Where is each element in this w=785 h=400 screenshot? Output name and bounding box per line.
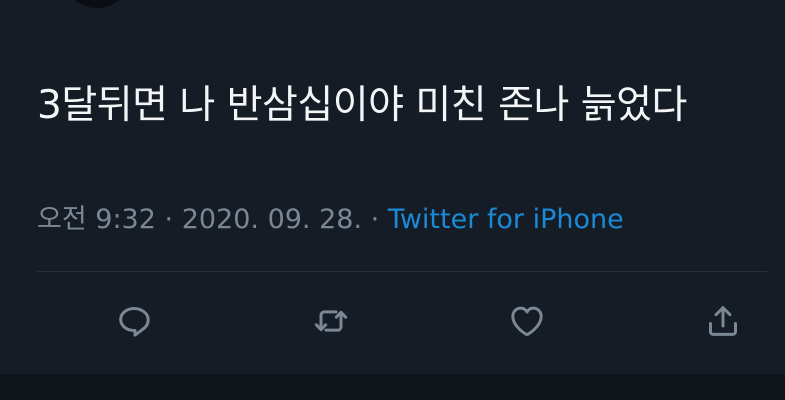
reply-icon xyxy=(119,307,150,337)
tweet-meta: 오전 9:32 · 2020. 09. 28. · Twitter for iP… xyxy=(37,200,624,240)
share-icon xyxy=(709,306,737,336)
heart-icon xyxy=(511,306,543,337)
tweet-text: 3달뒤면 나 반삼십이야 미친 존나 늙었다 xyxy=(37,83,687,128)
avatar[interactable] xyxy=(62,0,132,8)
like-button[interactable] xyxy=(504,298,550,344)
meta-separator: · xyxy=(164,204,174,235)
meta-separator: · xyxy=(370,204,380,235)
tweet-source[interactable]: Twitter for iPhone xyxy=(388,204,624,235)
tweet-detail: 3달뒤면 나 반삼십이야 미친 존나 늙었다 오전 9:32 · 2020. 0… xyxy=(0,0,785,400)
tweet-time: 오전 9:32 xyxy=(37,204,156,235)
share-button[interactable] xyxy=(700,298,746,344)
action-bar xyxy=(0,298,785,344)
tweet-date[interactable]: 2020. 09. 28. xyxy=(182,204,362,235)
retweet-icon xyxy=(314,310,348,332)
retweet-button[interactable] xyxy=(308,298,354,344)
reply-button[interactable] xyxy=(111,298,157,344)
divider xyxy=(37,271,767,272)
bottom-band xyxy=(0,374,785,400)
